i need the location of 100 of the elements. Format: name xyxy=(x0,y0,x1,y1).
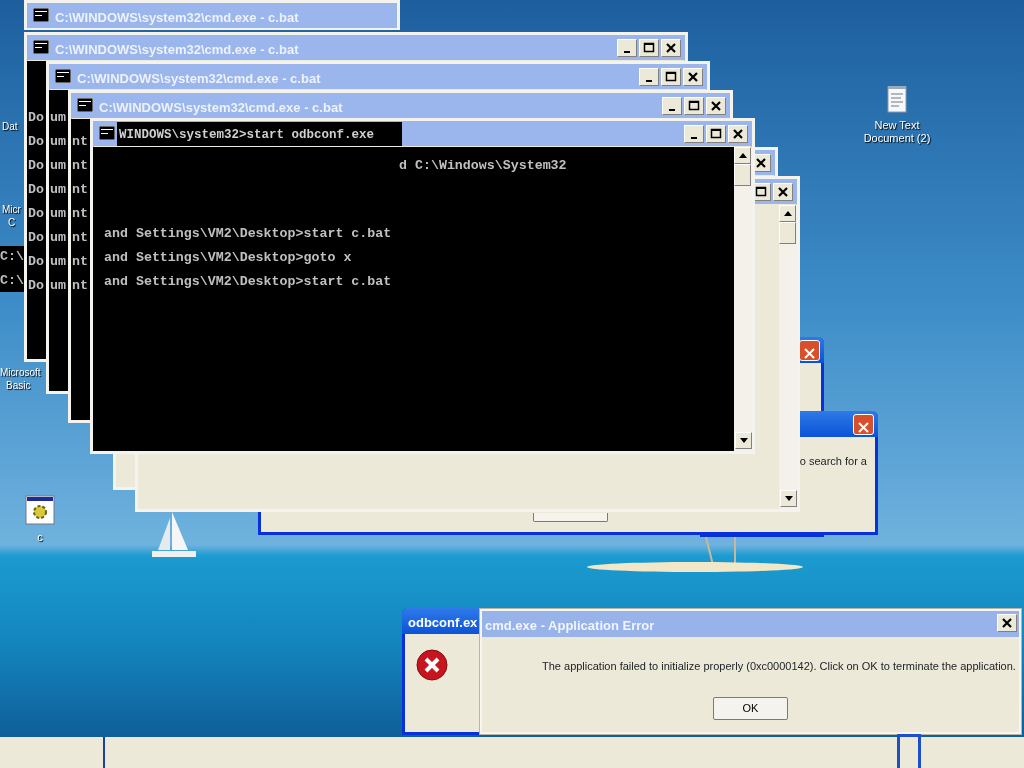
up-arrow-icon xyxy=(738,153,747,158)
minimize-button[interactable] xyxy=(684,125,704,143)
console-app-icon xyxy=(33,8,49,22)
maximize-icon xyxy=(688,100,700,112)
notepad-icon[interactable] xyxy=(887,85,907,113)
scroll-up-button[interactable] xyxy=(779,205,796,222)
icon-label[interactable]: Basic xyxy=(6,379,31,392)
maximize-icon xyxy=(643,42,655,54)
console-line: d C:\Windows\System32 xyxy=(399,158,567,174)
glitch-text-overlay: WINDOWS\system32>start odbconf.exe xyxy=(117,122,402,146)
close-icon xyxy=(665,42,677,54)
console-line: um xyxy=(50,110,66,126)
maximize-button[interactable] xyxy=(639,39,659,57)
minimize-icon xyxy=(691,137,697,139)
console-line: um xyxy=(50,230,66,246)
console-line: um xyxy=(50,254,66,270)
console-line: nt xyxy=(72,254,88,270)
close-button[interactable] xyxy=(706,97,726,115)
close-icon xyxy=(1001,617,1013,629)
dialog-title: cmd.exe - Application Error xyxy=(485,617,655,635)
console-line: nt xyxy=(72,206,88,222)
taskbar-divider xyxy=(103,737,105,768)
console-line: um xyxy=(50,278,66,294)
down-arrow-icon xyxy=(739,438,748,443)
gear-window-icon[interactable] xyxy=(25,495,55,525)
scroll-down-button[interactable] xyxy=(735,432,752,449)
console-line: um xyxy=(50,158,66,174)
console-line: Do xyxy=(28,158,44,174)
window-title: C:\WINDOWS\system32\cmd.exe - c.bat xyxy=(55,9,299,27)
maximize-icon xyxy=(710,128,722,140)
close-button[interactable] xyxy=(997,614,1017,632)
scrollbar[interactable] xyxy=(734,147,752,451)
scrollbar[interactable] xyxy=(779,205,797,509)
maximize-button[interactable] xyxy=(684,97,704,115)
icon-label[interactable]: Dat xyxy=(2,120,18,133)
console-line: Do xyxy=(28,134,44,150)
console-app-icon xyxy=(99,126,115,140)
close-icon xyxy=(858,422,869,434)
close-button[interactable] xyxy=(683,68,703,86)
scroll-thumb[interactable] xyxy=(734,164,751,186)
icon-label[interactable]: New Text xyxy=(874,119,920,132)
icon-label[interactable]: Microsoft xyxy=(0,366,41,379)
console-line: nt xyxy=(72,230,88,246)
console-line: C:\ xyxy=(0,249,24,265)
ok-button[interactable]: OK xyxy=(713,697,788,720)
console-line: and Settings\VM2\Desktop>start c.bat xyxy=(104,226,392,242)
console-line: um xyxy=(50,182,66,198)
close-button[interactable] xyxy=(773,183,793,201)
maximize-icon xyxy=(755,186,767,198)
close-button[interactable] xyxy=(661,39,681,57)
minimize-icon xyxy=(669,109,675,111)
console-line: Do xyxy=(28,254,44,270)
console-line: nt xyxy=(72,158,88,174)
dialog-title: odbconf.ex xyxy=(408,614,478,632)
scroll-up-button[interactable] xyxy=(734,147,751,164)
maximize-icon xyxy=(665,71,677,83)
dialog-message: o search for a xyxy=(799,454,867,469)
close-icon xyxy=(755,157,767,169)
close-icon xyxy=(687,71,699,83)
console-line: Do xyxy=(28,206,44,222)
console-line: nt xyxy=(72,182,88,198)
console-line: nt xyxy=(72,134,88,150)
console-line: Do xyxy=(28,110,44,126)
maximize-button[interactable] xyxy=(706,125,726,143)
error-message: The application failed to initialize properly (0xc0000142). Click on OK to terminate the application. xyxy=(542,659,1016,674)
taskbar-button[interactable] xyxy=(897,734,921,768)
console-line: and Settings\VM2\Desktop>start c.bat xyxy=(104,274,392,290)
console-line: nt xyxy=(72,278,88,294)
console-line: Do xyxy=(28,278,44,294)
window-title: C:\WINDOWS\system32\cmd.exe - c.bat xyxy=(99,99,343,117)
down-arrow-icon xyxy=(784,496,793,501)
minimize-icon xyxy=(624,51,630,53)
up-arrow-icon xyxy=(783,211,792,216)
console-line: um xyxy=(50,134,66,150)
minimize-button[interactable] xyxy=(617,39,637,57)
maximize-button[interactable] xyxy=(661,68,681,86)
console-line: C:\ xyxy=(0,273,24,289)
minimize-icon xyxy=(646,80,652,82)
icon-label[interactable]: Micr xyxy=(2,203,21,216)
console-app-icon xyxy=(33,40,49,54)
ok-button[interactable] xyxy=(533,513,608,522)
close-icon xyxy=(777,186,789,198)
console-line: and Settings\VM2\Desktop>goto x xyxy=(104,250,352,266)
scroll-thumb[interactable] xyxy=(779,222,796,244)
console-line: um xyxy=(50,206,66,222)
icon-label[interactable]: c xyxy=(37,531,43,544)
close-icon xyxy=(710,100,722,112)
icon-label[interactable]: C xyxy=(8,216,16,229)
console-app-icon xyxy=(55,69,71,83)
minimize-button[interactable] xyxy=(639,68,659,86)
close-button[interactable] xyxy=(728,125,748,143)
scroll-down-button[interactable] xyxy=(780,490,797,507)
console-line: Do xyxy=(28,230,44,246)
console-line: Do xyxy=(28,182,44,198)
console-app-icon xyxy=(77,98,93,112)
close-icon xyxy=(804,348,815,360)
window-title: C:\WINDOWS\system32\cmd.exe - c.bat xyxy=(77,70,321,88)
error-icon xyxy=(416,649,448,681)
icon-label[interactable]: Document (2) xyxy=(863,132,931,145)
minimize-button[interactable] xyxy=(662,97,682,115)
